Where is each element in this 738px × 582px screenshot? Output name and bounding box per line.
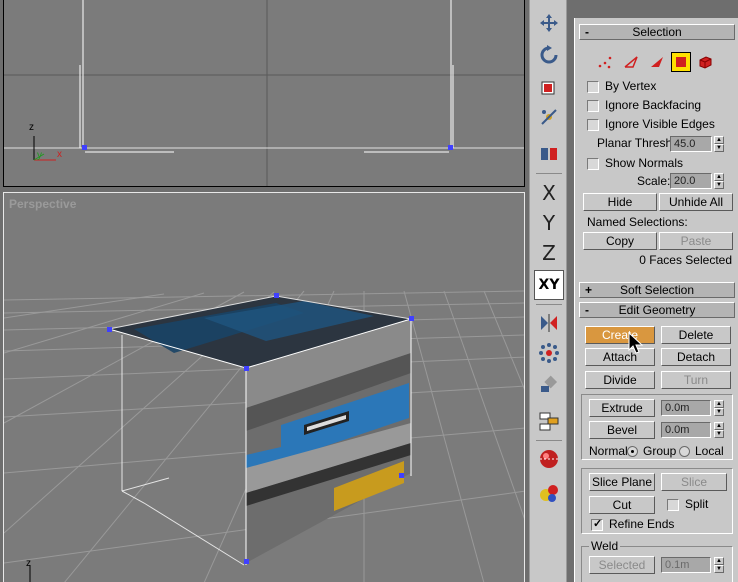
toolbar-separator [536, 440, 562, 441]
scale-label: Scale: [637, 174, 671, 188]
axis-x-label: x [57, 149, 62, 160]
mouse-cursor-icon [628, 332, 644, 354]
show-normals-checkbox[interactable] [587, 158, 599, 170]
normal-group-radio[interactable] [627, 446, 638, 457]
axis-xy-button[interactable]: XY [534, 270, 564, 300]
toolbar-separator [536, 173, 562, 174]
rollout-toggle-sign: - [585, 25, 589, 39]
extrude-amount-spinner[interactable]: ▲ ▼ [714, 400, 724, 416]
rollout-edit-geometry[interactable]: - Edit Geometry [579, 302, 735, 318]
by-vertex-checkbox[interactable] [587, 81, 599, 93]
render-icon[interactable] [534, 478, 564, 508]
normal-label: Normal: [589, 444, 632, 458]
show-normals-label: Show Normals [605, 156, 684, 170]
perspective-viewport[interactable]: Perspective z [3, 192, 525, 582]
axis-z-label: z [26, 558, 31, 569]
normal-local-radio[interactable] [679, 446, 690, 457]
ignore-visible-edges-label: Ignore Visible Edges [605, 117, 715, 131]
extrude-button[interactable]: Extrude [589, 399, 655, 417]
rollout-title: Soft Selection [619, 283, 695, 297]
detach-button[interactable]: Detach [661, 348, 731, 366]
axis-z-label: z [29, 122, 34, 133]
axis-y-label: y [37, 150, 42, 161]
weld-threshold-input[interactable]: 0.1m [661, 557, 711, 573]
toolbar-separator [536, 304, 562, 305]
vertical-toolbar: X Y Z XY [529, 0, 567, 582]
vertex-subobject-icon[interactable] [595, 52, 615, 72]
align-icon[interactable] [534, 370, 564, 400]
edge-subobject-icon[interactable] [621, 52, 641, 72]
rollout-selection[interactable]: - Selection [579, 24, 735, 40]
polygon-subobject-icon[interactable] [671, 52, 691, 72]
refine-ends-checkbox[interactable] [591, 517, 603, 531]
turn-button[interactable]: Turn [661, 371, 731, 389]
by-vertex-label: By Vertex [605, 79, 657, 93]
weld-group-label: Weld [589, 539, 621, 553]
ignore-backfacing-label: Ignore Backfacing [605, 98, 702, 112]
hide-button[interactable]: Hide [583, 193, 657, 211]
viewport-label[interactable]: Perspective [9, 197, 76, 211]
rollout-toggle-sign: + [585, 283, 593, 297]
top-viewport-canvas [4, 0, 524, 186]
delete-button[interactable]: Delete [661, 326, 731, 344]
axis-y-button[interactable]: Y [534, 208, 564, 238]
extrude-amount-input[interactable]: 0.0m [661, 400, 711, 416]
unhide-all-button[interactable]: Unhide All [659, 193, 733, 211]
planar-thresh-label: Planar Thresh: [597, 136, 676, 150]
attach-button[interactable]: Attach [585, 348, 655, 366]
slice-plane-button[interactable]: Slice Plane [589, 473, 655, 491]
perspective-canvas [4, 290, 524, 582]
rollout-soft-selection[interactable]: + Soft Selection [579, 282, 735, 298]
copy-button[interactable]: Copy [583, 232, 657, 250]
vertex-marker [82, 145, 87, 150]
scale-icon[interactable] [534, 72, 564, 102]
move-icon[interactable] [534, 8, 564, 38]
command-panel: - Selection By Vertex Ignore Backfacing … [574, 18, 738, 582]
paste-button[interactable]: Paste [659, 232, 733, 250]
planar-thresh-spinner[interactable]: ▲ ▼ [714, 136, 724, 152]
normals-scale-spinner[interactable]: ▲ ▼ [714, 173, 724, 189]
normal-group-label: Group [643, 444, 677, 458]
planar-thresh-input[interactable]: 45.0 [670, 136, 712, 152]
rollout-title: Selection [632, 25, 682, 39]
normal-local-label: Local [695, 444, 724, 458]
mirror-select-icon[interactable] [534, 140, 564, 170]
selection-status: 0 Faces Selected [639, 253, 732, 267]
axis-x-button[interactable]: X [534, 178, 564, 208]
split-label: Split [685, 497, 709, 511]
vertex-marker [448, 145, 453, 150]
refine-ends-label: Refine Ends [609, 517, 675, 531]
bevel-button[interactable]: Bevel [589, 421, 655, 439]
pivot-icon[interactable] [534, 102, 564, 132]
material-editor-icon[interactable] [534, 444, 564, 474]
rotate-icon[interactable] [534, 40, 564, 70]
rollout-toggle-sign: - [585, 303, 589, 317]
top-viewport[interactable]: z y x [3, 0, 525, 187]
face-subobject-icon[interactable] [647, 52, 667, 72]
layers-icon[interactable] [534, 406, 564, 436]
split-checkbox[interactable] [667, 499, 679, 511]
cut-button[interactable]: Cut [589, 496, 655, 514]
weld-selected-button[interactable]: Selected [589, 556, 655, 574]
element-subobject-icon[interactable] [695, 52, 715, 72]
normals-scale-input[interactable]: 20.0 [670, 173, 712, 189]
bevel-amount-spinner[interactable]: ▲ ▼ [714, 422, 724, 438]
named-selections-label: Named Selections: [587, 215, 688, 229]
ignore-visible-edges-checkbox[interactable] [587, 119, 599, 131]
slice-button[interactable]: Slice [661, 473, 727, 491]
divide-button[interactable]: Divide [585, 371, 655, 389]
bevel-amount-input[interactable]: 0.0m [661, 422, 711, 438]
weld-threshold-spinner[interactable]: ▲ ▼ [714, 557, 724, 573]
array-icon[interactable] [534, 338, 564, 368]
mirror-icon[interactable] [534, 308, 564, 338]
rollout-title: Edit Geometry [618, 303, 696, 317]
ignore-backfacing-checkbox[interactable] [587, 100, 599, 112]
create-button[interactable]: Create [585, 326, 655, 344]
axis-z-button[interactable]: Z [534, 238, 564, 268]
